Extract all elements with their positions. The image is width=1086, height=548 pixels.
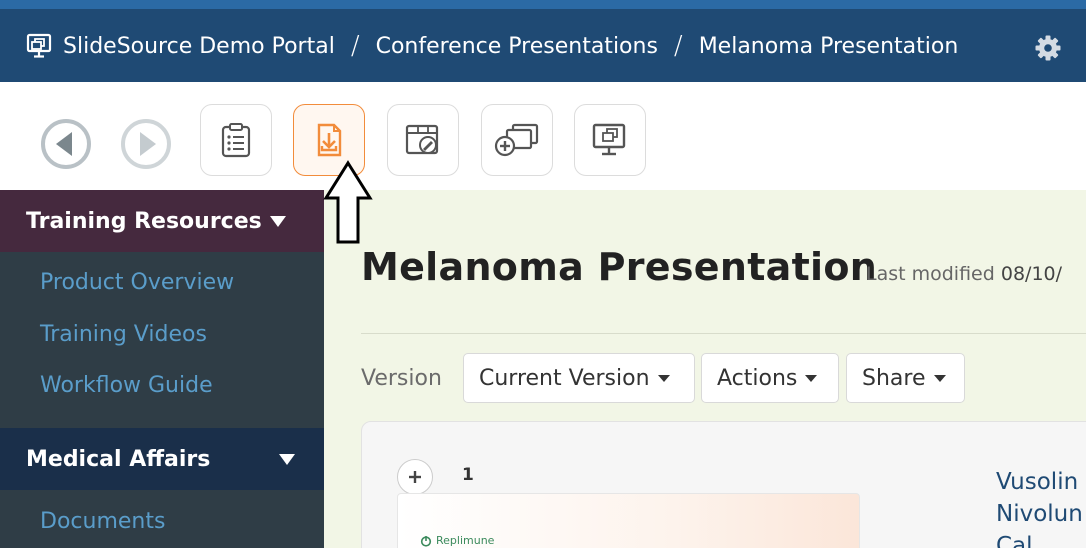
details-button[interactable] <box>200 104 272 176</box>
sidebar-item-workflow-guide[interactable]: Workflow Guide <box>40 373 213 398</box>
sidebar-item-documents[interactable]: Documents <box>40 509 165 534</box>
forward-button[interactable] <box>120 118 172 170</box>
actions-dropdown[interactable]: Actions <box>701 353 839 403</box>
last-modified: Last modified 08/10/ <box>866 263 1062 285</box>
add-to-collection-button[interactable] <box>481 104 553 176</box>
version-label: Version <box>361 366 442 391</box>
slide-title-line: Cal <box>996 533 1033 548</box>
breadcrumb-current-page: Melanoma Presentation <box>698 33 959 59</box>
power-icon <box>420 535 432 547</box>
back-button[interactable] <box>40 118 92 170</box>
caret-down-icon <box>657 374 670 382</box>
slide-title-line: Nivolun <box>996 501 1083 527</box>
breadcrumb-portal[interactable]: SlideSource Demo Portal <box>63 34 335 59</box>
breadcrumb-separator: / <box>350 31 360 61</box>
header-stripe <box>0 0 1086 9</box>
download-tray-icon <box>317 123 342 157</box>
stack-plus-icon <box>494 123 539 157</box>
breadcrumb: SlideSource Demo Portal / Conference Pre… <box>26 30 958 62</box>
slide-thumbnail-logo-text: Replimune <box>436 534 495 547</box>
add-slide-button[interactable] <box>397 459 433 495</box>
pointer-arrow-icon <box>322 160 374 246</box>
caret-down-icon <box>805 374 818 382</box>
sidebar: Training Resources Medical Affairs <box>0 190 324 548</box>
breadcrumb-conference-presentations[interactable]: Conference Presentations <box>376 34 658 59</box>
present-button[interactable] <box>574 104 646 176</box>
divider <box>361 333 1086 334</box>
caret-down-icon <box>933 374 946 382</box>
caret-down-icon <box>269 215 286 227</box>
actions-dropdown-label: Actions <box>717 365 798 391</box>
circle-left-arrow-icon <box>41 119 91 169</box>
caret-down-icon <box>279 454 295 465</box>
version-select[interactable]: Current Version <box>463 353 695 403</box>
sidebar-section-title: Medical Affairs <box>26 446 211 472</box>
gear-icon[interactable] <box>1034 34 1062 62</box>
page-title: Melanoma Presentation <box>361 245 878 289</box>
circle-right-arrow-icon <box>121 119 171 169</box>
share-dropdown-label: Share <box>862 365 926 391</box>
plus-icon <box>409 471 421 483</box>
slide-title[interactable]: Vusolin Nivolun Cal <box>996 466 1083 548</box>
share-dropdown[interactable]: Share <box>846 353 965 403</box>
presentation-screen-icon[interactable] <box>26 33 54 59</box>
version-select-value: Current Version <box>479 365 650 391</box>
monitor-copy-icon <box>592 123 626 156</box>
slide-title-line: Vusolin <box>996 469 1079 495</box>
clipboard-list-icon <box>221 123 251 158</box>
sidebar-section-title: Training Resources <box>26 208 262 234</box>
sidebar-item-training-videos[interactable]: Training Videos <box>40 322 207 347</box>
slide-thumbnail-logo: Replimune <box>420 534 494 547</box>
sidebar-section-training-resources[interactable]: Training Resources <box>0 190 324 252</box>
slide-number: 1 <box>462 465 474 485</box>
edit-button[interactable] <box>387 104 459 176</box>
last-modified-value: 08/10/ <box>1000 263 1063 285</box>
last-modified-label: Last modified <box>866 263 995 285</box>
breadcrumb-separator: / <box>673 31 683 61</box>
sidebar-section-medical-affairs[interactable]: Medical Affairs <box>0 428 324 490</box>
sidebar-item-product-overview[interactable]: Product Overview <box>40 270 234 295</box>
window-edit-icon <box>405 124 439 155</box>
